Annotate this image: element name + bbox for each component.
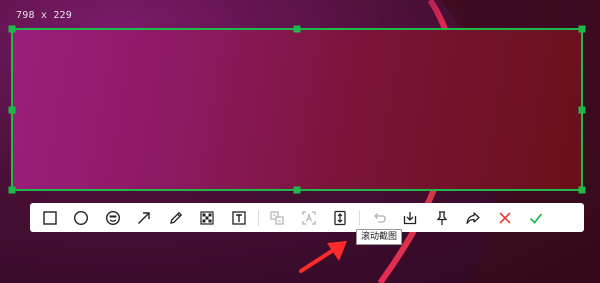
pencil-icon	[169, 211, 182, 224]
undo-icon	[373, 212, 386, 223]
arrow-tool[interactable]	[129, 203, 161, 232]
close-icon	[499, 211, 511, 224]
resize-handle-top-right[interactable]	[578, 25, 586, 33]
cancel-button[interactable]	[489, 203, 521, 232]
share-button[interactable]	[458, 203, 490, 232]
ellipse-icon	[74, 210, 89, 225]
translate-icon	[270, 210, 284, 225]
scroll-capture-tool[interactable]	[325, 203, 357, 232]
arrow-icon	[138, 211, 150, 224]
pen-tool[interactable]	[160, 203, 192, 232]
resize-handle-left[interactable]	[8, 106, 16, 114]
scroll-capture-tooltip: 滚动截图	[356, 229, 403, 245]
rectangle-tool[interactable]	[34, 203, 66, 232]
annotation-arrow-icon	[299, 241, 347, 273]
emoji-tool[interactable]	[97, 203, 129, 232]
scroll-capture-icon	[334, 210, 346, 225]
screenshot-toolbar	[30, 203, 584, 232]
save-button[interactable]	[395, 203, 427, 232]
rectangle-icon	[43, 210, 57, 225]
text-tool[interactable]	[223, 203, 255, 232]
pin-button[interactable]	[426, 203, 458, 232]
ellipse-tool[interactable]	[66, 203, 98, 232]
selection-size-readout: 798 x 229	[16, 10, 72, 21]
mosaic-icon	[200, 210, 214, 225]
undo-button[interactable]	[363, 203, 395, 232]
check-icon	[530, 212, 543, 224]
download-icon	[404, 211, 417, 224]
emoji-icon	[105, 210, 120, 225]
pin-icon	[436, 210, 448, 225]
text-icon	[232, 210, 246, 225]
resize-handle-bottom[interactable]	[293, 186, 301, 194]
resize-handle-bottom-right[interactable]	[578, 186, 586, 194]
ocr-tool[interactable]	[293, 203, 325, 232]
resize-handle-top-left[interactable]	[8, 25, 16, 33]
confirm-button[interactable]	[521, 203, 553, 232]
share-icon	[466, 211, 480, 224]
mosaic-tool[interactable]	[192, 203, 224, 232]
translate-tool[interactable]	[262, 203, 294, 232]
ocr-icon	[302, 210, 316, 225]
resize-handle-bottom-left[interactable]	[8, 186, 16, 194]
toolbar-separator	[359, 209, 360, 226]
capture-selection[interactable]	[11, 28, 583, 191]
resize-handle-top[interactable]	[293, 25, 301, 33]
toolbar-separator	[257, 209, 259, 226]
resize-handle-right[interactable]	[578, 106, 586, 114]
